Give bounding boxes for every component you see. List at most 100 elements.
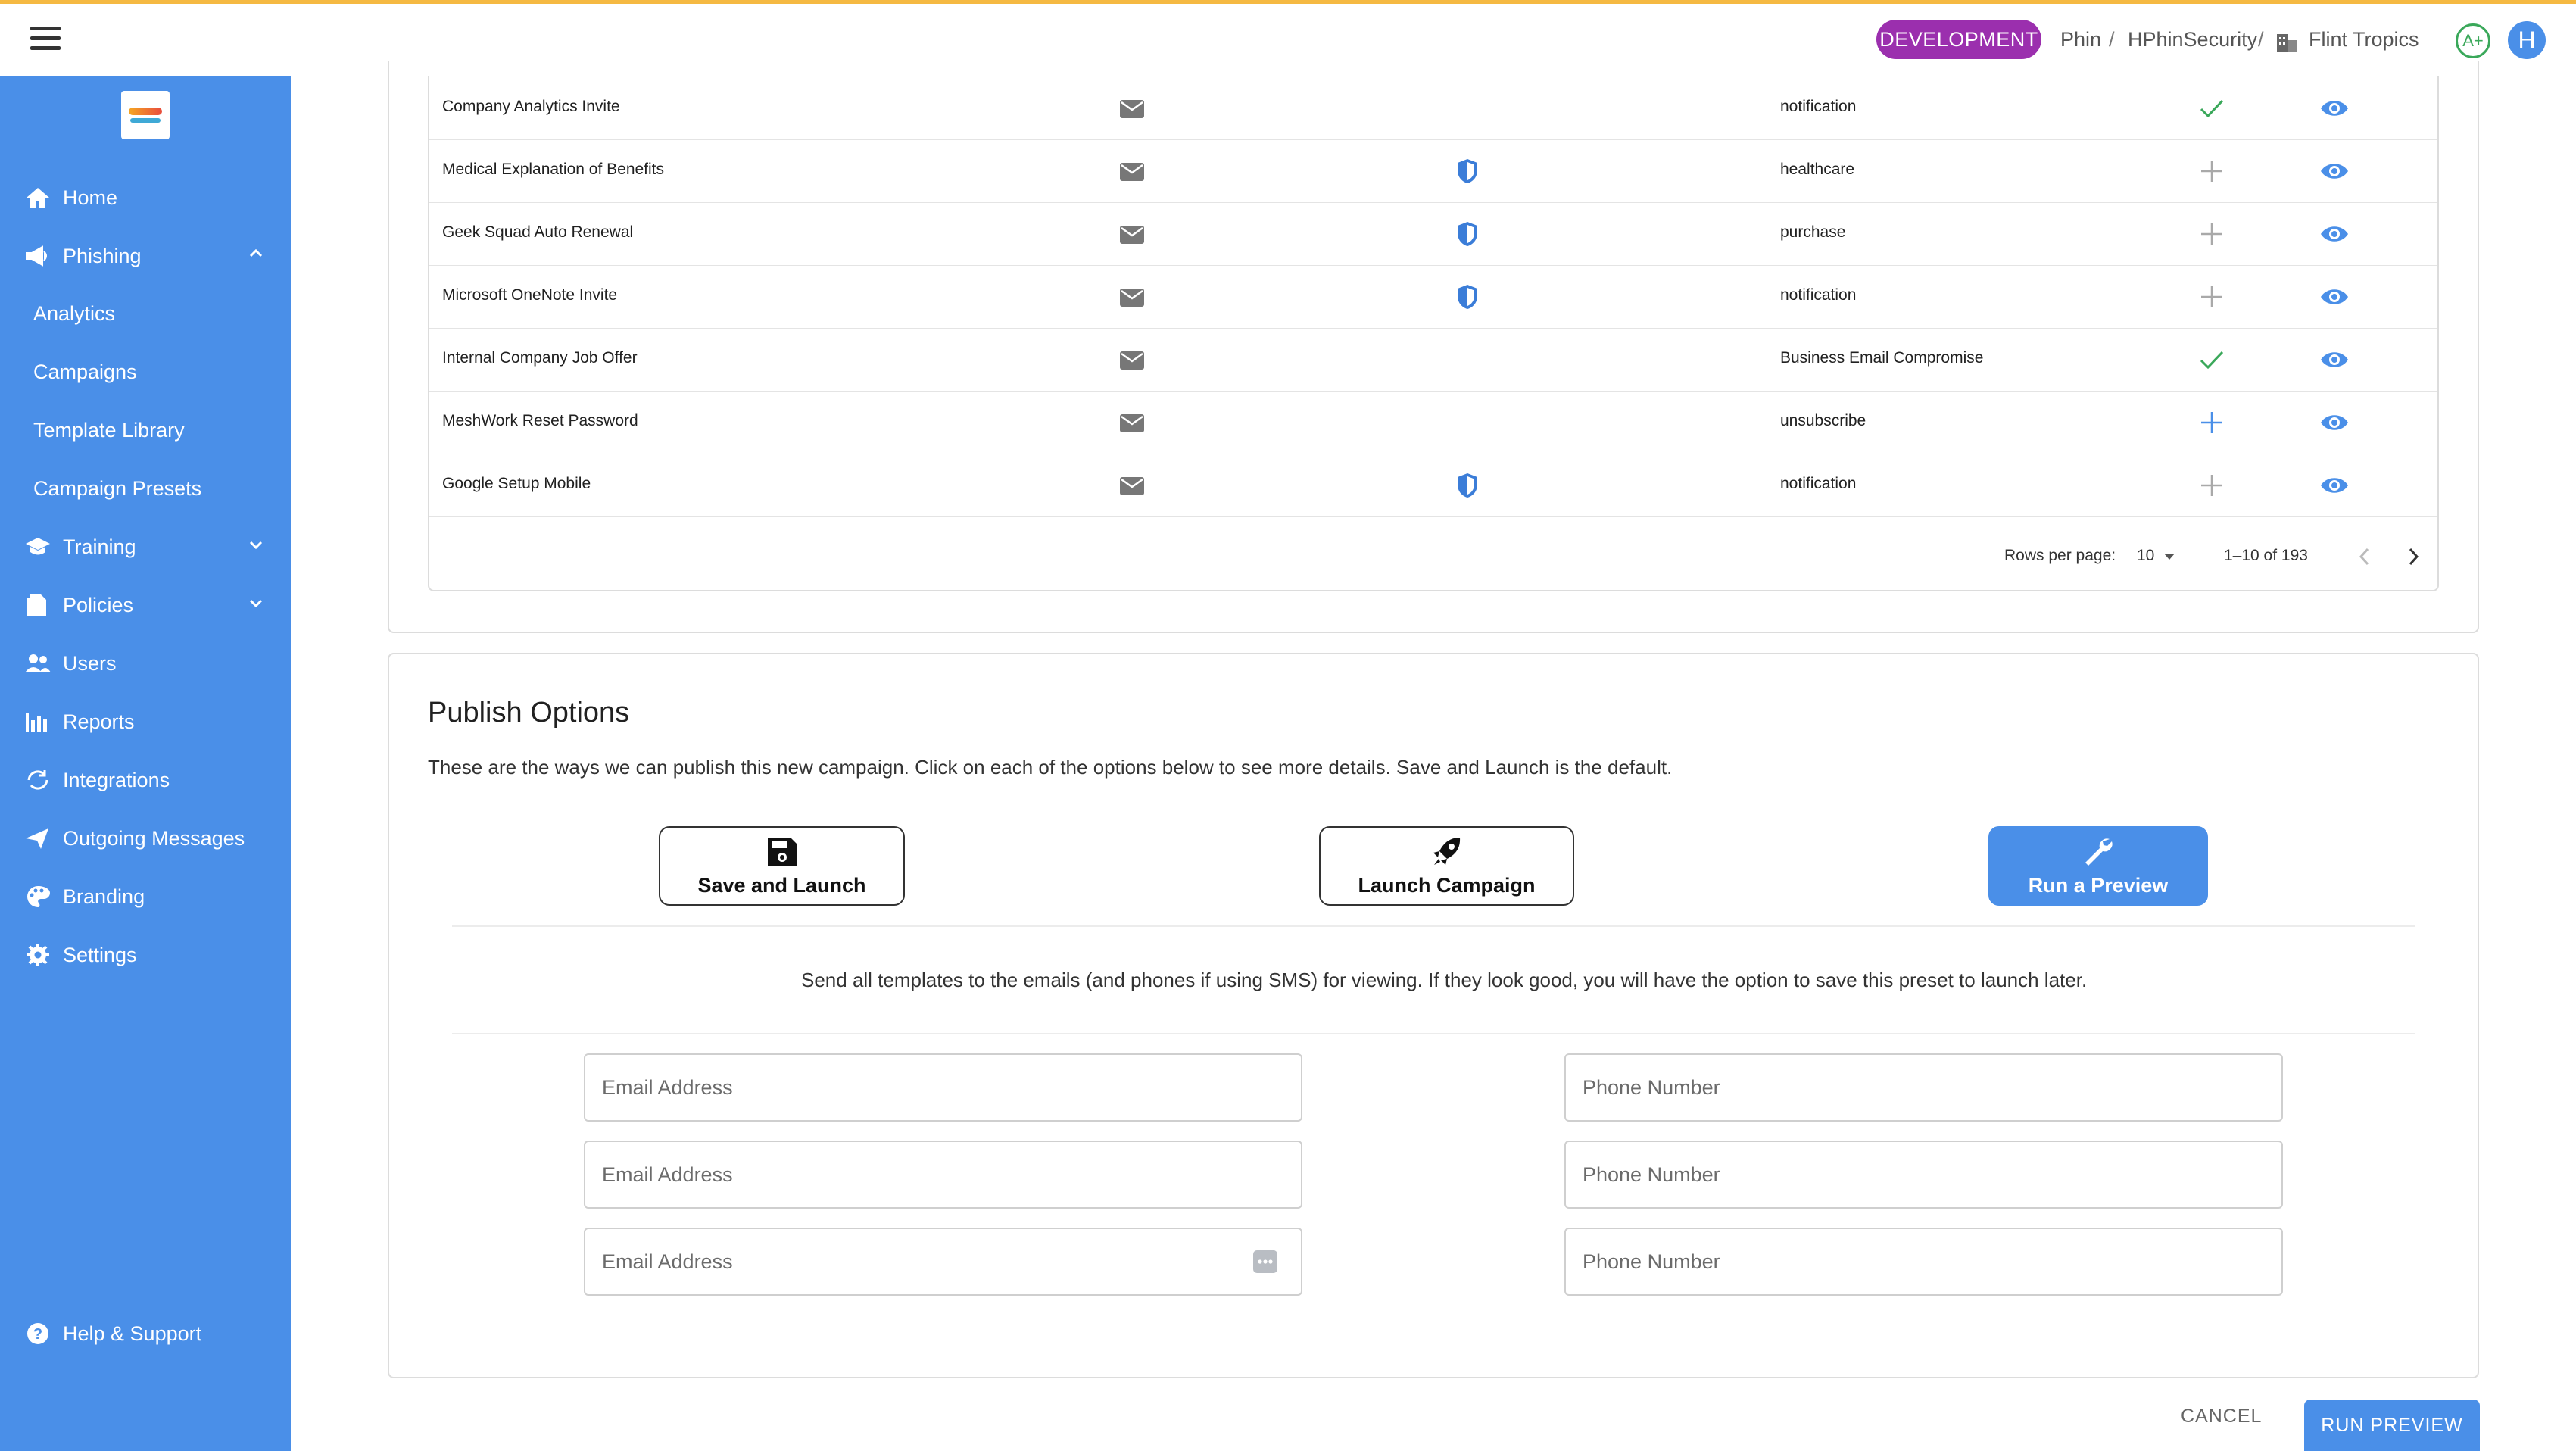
eye-icon[interactable] — [2319, 98, 2350, 119]
sidebar-item-label: Branding — [63, 885, 145, 908]
shield-icon — [1458, 222, 1477, 246]
template-name: Medical Explanation of Benefits — [442, 161, 665, 178]
template-name: Internal Company Job Offer — [442, 349, 638, 367]
template-category: notification — [1780, 475, 1857, 492]
check-icon — [2200, 351, 2224, 370]
rows-per-page-select[interactable]: 10 — [2137, 547, 2154, 565]
templates-table: Company Analytics Invite notification Medi… — [428, 76, 2439, 591]
password-manager-icon[interactable] — [1252, 1250, 1278, 1274]
sidebar-item-analytics[interactable]: Analytics — [33, 302, 115, 326]
template-category: Business Email Compromise — [1780, 349, 1984, 367]
breadcrumb-phin[interactable]: Phin — [2060, 28, 2101, 51]
sidebar-item-settings[interactable]: Settings — [0, 928, 291, 981]
eye-icon[interactable] — [2319, 286, 2350, 307]
template-name: Google Setup Mobile — [442, 475, 591, 492]
sidebar-item-campaigns[interactable]: Campaigns — [33, 360, 137, 384]
table-row[interactable]: Medical Explanation of Benefits healthcar… — [429, 139, 2437, 203]
sidebar-item-integrations[interactable]: Integrations — [0, 754, 291, 807]
preview-phone-field-1[interactable] — [1564, 1053, 2283, 1122]
breadcrumb-separator: / — [2258, 28, 2264, 51]
run-preview-button[interactable]: RUN PREVIEW — [2304, 1400, 2480, 1451]
breadcrumb-flint-tropics[interactable]: Flint Tropics — [2309, 28, 2419, 51]
sync-icon — [27, 770, 48, 790]
eye-icon[interactable] — [2319, 475, 2350, 496]
add-icon[interactable] — [2198, 283, 2225, 310]
send-icon — [26, 828, 48, 849]
preview-email-field-2[interactable] — [584, 1141, 1302, 1209]
sidebar-item-campaign-presets[interactable]: Campaign Presets — [33, 477, 201, 501]
eye-icon[interactable] — [2319, 161, 2350, 182]
security-grade-badge[interactable]: A+ — [2456, 23, 2490, 58]
eye-icon[interactable] — [2319, 349, 2350, 370]
add-icon[interactable] — [2198, 472, 2225, 499]
save-and-launch-button[interactable]: Save and Launch — [659, 826, 905, 906]
run-a-preview-button[interactable]: Run a Preview — [1988, 826, 2208, 906]
sidebar-item-label: Users — [63, 652, 117, 675]
breadcrumb-hphinsecurity[interactable]: HPhinSecurity — [2128, 28, 2257, 51]
add-icon[interactable] — [2198, 409, 2225, 436]
launch-campaign-button[interactable]: Launch Campaign — [1319, 826, 1574, 906]
template-category: purchase — [1780, 223, 1846, 241]
building-icon — [2277, 34, 2297, 52]
sidebar-help-support[interactable]: ? Help & Support — [0, 1307, 291, 1360]
sidebar-item-label: Integrations — [63, 769, 170, 791]
megaphone-icon — [26, 245, 47, 267]
divider — [452, 925, 2415, 927]
bar-chart-icon — [26, 713, 47, 732]
breadcrumb-separator: / — [2109, 28, 2115, 51]
help-icon: ? — [27, 1323, 48, 1344]
sidebar-item-training[interactable]: Training — [0, 520, 291, 573]
preview-phone-field-3[interactable] — [1564, 1228, 2283, 1296]
sidebar: Home Phishing Analytics Campaigns Templa… — [0, 76, 291, 1451]
menu-icon[interactable] — [30, 27, 61, 52]
preview-phone-field-2[interactable] — [1564, 1141, 2283, 1209]
template-category: healthcare — [1780, 161, 1855, 178]
palette-icon — [27, 886, 50, 907]
user-avatar[interactable]: H — [2508, 21, 2546, 59]
option-label: Run a Preview — [2028, 874, 2169, 897]
sidebar-item-home[interactable]: Home — [0, 171, 291, 224]
email-icon — [1120, 100, 1144, 118]
option-label: Save and Launch — [697, 874, 866, 897]
sidebar-item-branding[interactable]: Branding — [0, 870, 291, 923]
email-icon — [1120, 477, 1144, 495]
template-name: Geek Squad Auto Renewal — [442, 223, 634, 241]
eye-icon[interactable] — [2319, 412, 2350, 433]
sidebar-item-users[interactable]: Users — [0, 637, 291, 690]
table-row[interactable]: MeshWork Reset Password unsubscribe — [429, 391, 2437, 454]
sidebar-item-template-library[interactable]: Template Library — [33, 419, 185, 442]
floppy-disk-icon — [767, 838, 797, 866]
table-row[interactable]: Internal Company Job Offer Business Email… — [429, 328, 2437, 392]
chevron-down-icon — [249, 541, 263, 550]
option-label: Launch Campaign — [1358, 874, 1536, 897]
table-row[interactable]: Company Analytics Invite notification — [429, 76, 2437, 140]
wrench-icon — [2085, 838, 2113, 866]
sidebar-item-phishing[interactable]: Phishing — [0, 229, 291, 282]
check-icon — [2200, 99, 2224, 118]
eye-icon[interactable] — [2319, 223, 2350, 245]
svg-text:?: ? — [33, 1326, 42, 1343]
shield-icon — [1458, 159, 1477, 183]
chevron-right-icon[interactable] — [2404, 546, 2422, 567]
sidebar-item-label: Home — [63, 186, 118, 209]
publish-options-description: These are the ways we can publish this n… — [428, 756, 1673, 779]
rocket-icon — [1433, 838, 1460, 865]
table-row[interactable]: Geek Squad Auto Renewal purchase — [429, 202, 2437, 266]
publish-options-title: Publish Options — [428, 697, 630, 729]
sidebar-item-label: Settings — [63, 944, 137, 966]
add-icon[interactable] — [2198, 220, 2225, 248]
sidebar-item-outgoing-messages[interactable]: Outgoing Messages — [0, 812, 291, 865]
add-icon[interactable] — [2198, 158, 2225, 185]
sidebar-item-policies[interactable]: Policies — [0, 579, 291, 632]
preview-email-field-1[interactable] — [584, 1053, 1302, 1122]
table-row[interactable]: Microsoft OneNote Invite notification — [429, 265, 2437, 329]
preview-email-field-3[interactable] — [584, 1228, 1302, 1296]
table-row[interactable]: Google Setup Mobile notification — [429, 454, 2437, 517]
chevron-left-icon[interactable] — [2356, 546, 2374, 567]
caret-down-icon[interactable] — [2163, 552, 2175, 561]
email-icon — [1120, 351, 1144, 370]
sidebar-item-reports[interactable]: Reports — [0, 695, 291, 748]
cancel-button[interactable]: CANCEL — [2181, 1406, 2262, 1428]
template-name: Microsoft OneNote Invite — [442, 286, 618, 304]
company-logo — [121, 91, 170, 139]
